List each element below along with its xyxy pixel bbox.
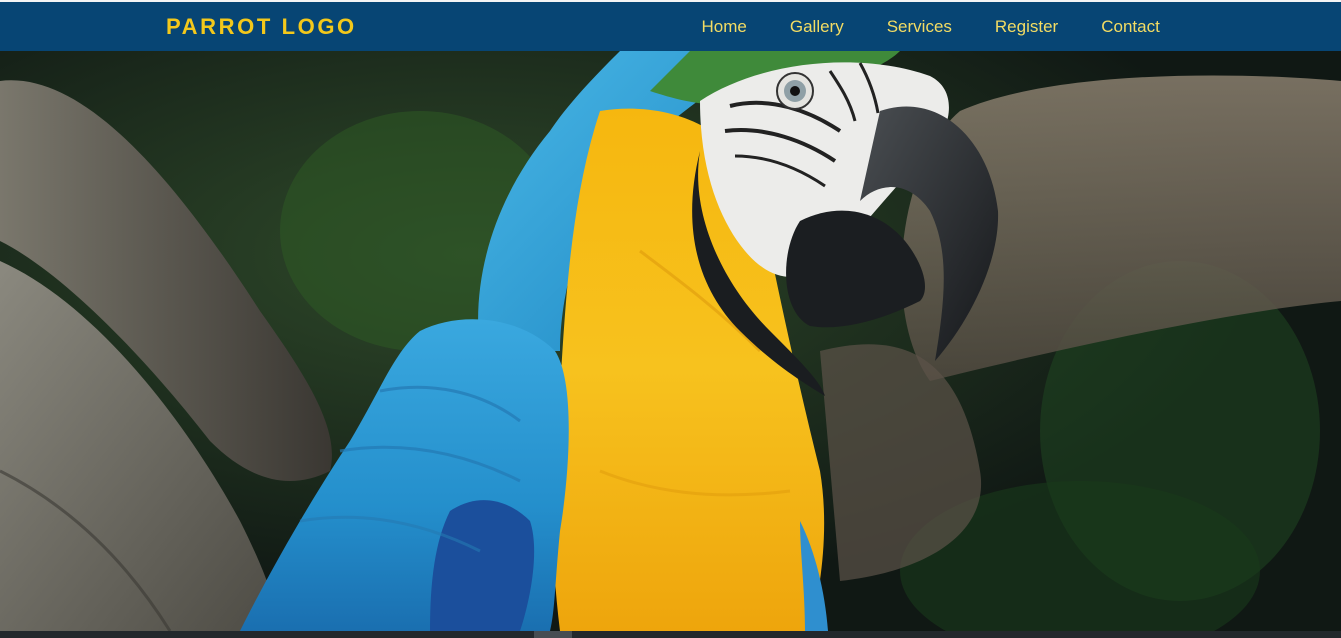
nav-link-contact[interactable]: Contact (1101, 17, 1160, 37)
nav-link-gallery[interactable]: Gallery (790, 17, 844, 37)
hero-image (0, 51, 1341, 631)
page: PARROT LOGO Home Gallery Services Regist… (0, 0, 1341, 638)
site-logo[interactable]: PARROT LOGO (166, 14, 357, 40)
scrollbar-thumb[interactable] (534, 631, 572, 638)
bottom-scrollbar[interactable] (0, 631, 1341, 638)
nav-link-register[interactable]: Register (995, 17, 1058, 37)
navbar: PARROT LOGO Home Gallery Services Regist… (0, 2, 1341, 51)
nav-link-home[interactable]: Home (702, 17, 747, 37)
nav-link-services[interactable]: Services (887, 17, 952, 37)
nav-menu: Home Gallery Services Register Contact (680, 2, 1181, 51)
parrot-illustration (0, 51, 1341, 631)
